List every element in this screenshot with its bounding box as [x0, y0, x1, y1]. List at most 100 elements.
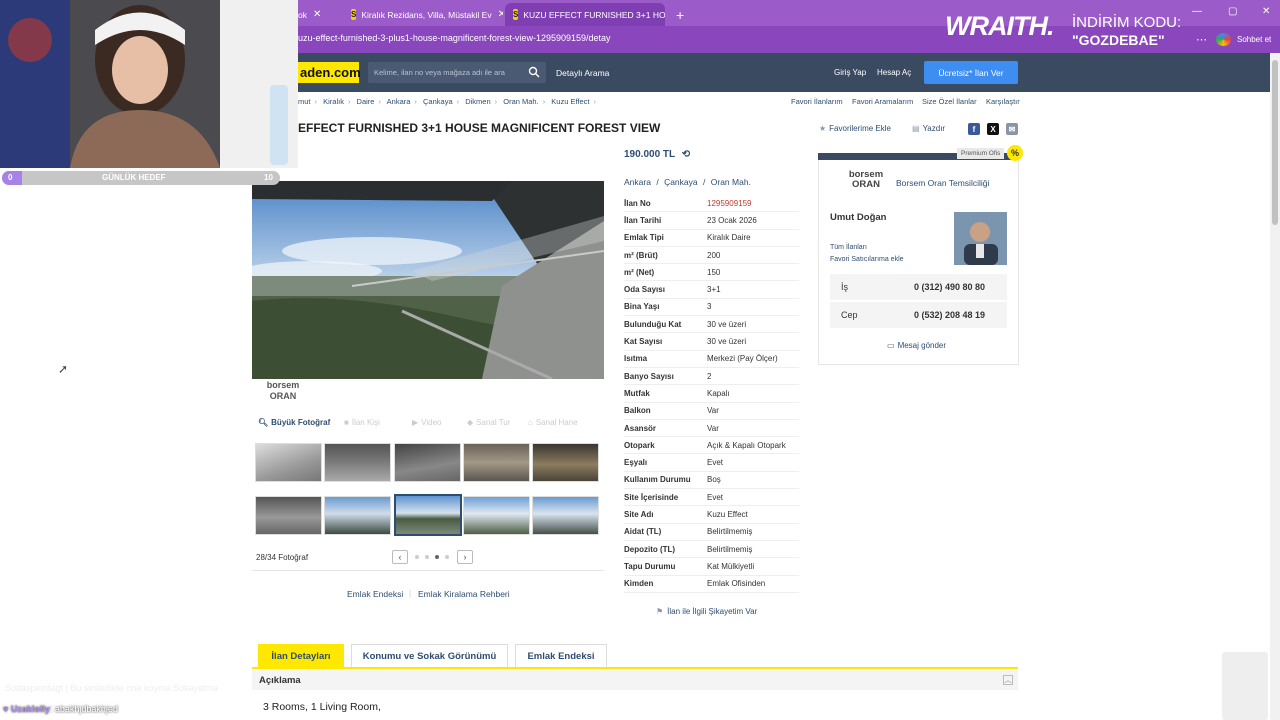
photo-thumbnail[interactable]	[463, 496, 530, 535]
location-link[interactable]: Çankaya	[664, 177, 698, 187]
search-icon[interactable]	[528, 66, 540, 78]
maximize-icon[interactable]: ▢	[1228, 6, 1237, 17]
collapse-icon[interactable]: ︿	[1003, 675, 1013, 685]
post-ad-button[interactable]: Ücretsiz* İlan Ver	[924, 61, 1018, 84]
close-window-icon[interactable]: ✕	[1262, 6, 1270, 17]
favorite-seller-link[interactable]: Favori Satıcılarıma ekle	[830, 256, 904, 263]
favorite-searches-link[interactable]: Favori Aramalarım	[852, 97, 913, 106]
browser-tab-active[interactable]: SKUZU EFFECT FURNISHED 3+1 HO✕	[505, 3, 665, 26]
photo-thumbnail[interactable]	[532, 443, 599, 482]
rental-guide-link[interactable]: Emlak Kiralama Rehberi	[418, 589, 510, 599]
location-link[interactable]: Ankara	[624, 177, 651, 187]
breadcrumb-item[interactable]: Oran Mah.	[503, 97, 538, 106]
video-button[interactable]: ▶ Video	[412, 418, 441, 427]
location-separator: /	[703, 177, 706, 187]
phone-number[interactable]: 0 (312) 490 80 80	[914, 282, 985, 292]
page-dot[interactable]	[425, 555, 429, 559]
tab-location-street-view[interactable]: Konumu ve Sokak Görünümü	[351, 644, 508, 668]
cup-overlay	[1222, 652, 1268, 720]
send-message-button[interactable]: ▭ Mesaj gönder	[887, 341, 946, 350]
report-listing-link[interactable]: ⚑ İlan ile İlgili Şikayetim Var	[656, 607, 757, 616]
print-button[interactable]: ▤ Yazdır	[912, 124, 945, 133]
favorite-listings-link[interactable]: Favori İlanlarım	[791, 97, 843, 106]
special-listings-link[interactable]: Size Özel İlanlar	[922, 97, 977, 106]
large-photo-button[interactable]: 🔍︎ Büyük Fotoğraf	[258, 418, 330, 427]
new-tab-button[interactable]: +	[668, 3, 692, 26]
url-field[interactable]: uzu-effect-furnished-3-plus1-house-magni…	[298, 33, 611, 43]
separator: |	[409, 589, 412, 598]
phone-number[interactable]: 0 (532) 208 48 19	[914, 310, 985, 320]
photo-thumbnail[interactable]	[324, 443, 391, 482]
page-dot[interactable]	[445, 555, 449, 559]
browser-tab[interactable]: S Kiralık Rezidans, Villa, Müstakil Ev ✕	[343, 3, 503, 26]
spec-label: Tapu Durumu	[624, 561, 676, 571]
breadcrumb-item[interactable]: mut	[298, 97, 311, 106]
agency-logo-line: ORAN	[852, 179, 880, 190]
spec-row: Aidat (TL) Belirtilmemiş	[624, 524, 799, 541]
history-icon[interactable]: ⟲	[682, 149, 690, 160]
photo-toolbar: 🔍︎ Büyük Fotoğraf ■ İlan Kişi ▶ Video ◆ Sana…	[252, 415, 604, 431]
breadcrumb-item[interactable]: Çankaya	[423, 97, 453, 106]
breadcrumb-item[interactable]: Kuzu Effect	[551, 97, 589, 106]
sponsor-logo: WRAITH.	[945, 11, 1054, 41]
video-call-button[interactable]: ■ İlan Kişi	[344, 418, 380, 427]
agency-name-link[interactable]: Borsem Oran Temsilciliği	[896, 178, 989, 188]
signup-link[interactable]: Hesap Aç	[877, 68, 911, 77]
breadcrumb-item[interactable]: Ankara	[387, 97, 411, 106]
chat-text: : abakhjdbakhjed	[49, 704, 118, 714]
photo-thumbnail[interactable]	[394, 443, 461, 482]
tab-listing-details[interactable]: İlan Detayları	[258, 644, 344, 668]
brand-line: borsem	[266, 380, 300, 390]
photo-thumbnail[interactable]	[532, 496, 599, 535]
photo-thumbnail-selected[interactable]	[394, 494, 462, 536]
breadcrumb-item[interactable]: Dikmen	[465, 97, 490, 106]
next-photo-button[interactable]: ›	[457, 550, 473, 564]
main-photo[interactable]	[252, 181, 604, 379]
tab-real-estate-index[interactable]: Emlak Endeksi	[515, 644, 607, 668]
photo-thumbnail[interactable]	[324, 496, 391, 535]
play-icon: ▶	[412, 418, 419, 427]
spec-row: m² (Net) 150	[624, 264, 799, 282]
all-listings-link[interactable]: Tüm İlanları	[830, 244, 867, 251]
facebook-icon[interactable]: f	[968, 123, 980, 135]
real-estate-index-link[interactable]: Emlak Endeksi	[347, 589, 403, 599]
page-dot-active[interactable]	[435, 555, 439, 559]
scrollbar-thumb[interactable]	[1272, 60, 1278, 225]
photo-thumbnail[interactable]	[463, 443, 530, 482]
photo-thumbnail[interactable]	[255, 496, 322, 535]
spec-label: Banyo Sayısı	[624, 371, 674, 381]
spec-label: Oda Sayısı	[624, 285, 665, 295]
tool-label: Sanal Tur	[476, 418, 511, 427]
add-favorite-button[interactable]: ★ Favorilerime Ekle	[819, 124, 891, 133]
virtual-home-button[interactable]: ⌂ Sanal Hane	[528, 418, 578, 427]
copilot-icon[interactable]	[1216, 33, 1231, 46]
detailed-search-link[interactable]: Detaylı Arama	[556, 68, 609, 78]
spec-value: 2	[707, 371, 712, 381]
close-icon[interactable]: ✕	[498, 9, 503, 20]
search-input[interactable]: Kelime, ilan no veya mağaza adı ile ara	[368, 62, 546, 83]
spec-value: 150	[707, 267, 721, 277]
previous-photo-button[interactable]: ‹	[392, 550, 408, 564]
spec-label: Site İçerisinde	[624, 492, 679, 502]
listing-title: EFFECT FURNISHED 3+1 HOUSE MAGNIFICENT F…	[298, 121, 661, 135]
close-icon[interactable]: ✕	[313, 9, 321, 20]
x-twitter-icon[interactable]: X	[987, 123, 999, 135]
minimize-icon[interactable]: —	[1192, 6, 1202, 17]
email-share-icon[interactable]: ✉	[1006, 123, 1018, 135]
spec-row: Kimden Emlak Ofisinden	[624, 576, 799, 593]
spec-label: m² (Net)	[624, 267, 655, 277]
login-link[interactable]: Giriş Yap	[834, 68, 866, 77]
tab-label: ok	[298, 9, 307, 20]
more-icon[interactable]: ⋯	[1196, 33, 1207, 46]
breadcrumb-item[interactable]: Daire	[357, 97, 375, 106]
spec-label: m² (Brüt)	[624, 250, 658, 260]
page-dot[interactable]	[415, 555, 419, 559]
site-logo[interactable]: aden.com	[298, 62, 361, 83]
compare-link[interactable]: Karşılaştır	[986, 97, 1020, 106]
virtual-tour-button[interactable]: ◆ Sanal Tur	[467, 418, 510, 427]
location-link[interactable]: Oran Mah.	[711, 177, 751, 187]
photo-thumbnail[interactable]	[255, 443, 322, 482]
breadcrumb-item[interactable]: Kiralık	[323, 97, 344, 106]
agency-logo[interactable]: borsem ORAN	[844, 170, 888, 190]
chat-button[interactable]: Sohbet et	[1237, 35, 1271, 44]
